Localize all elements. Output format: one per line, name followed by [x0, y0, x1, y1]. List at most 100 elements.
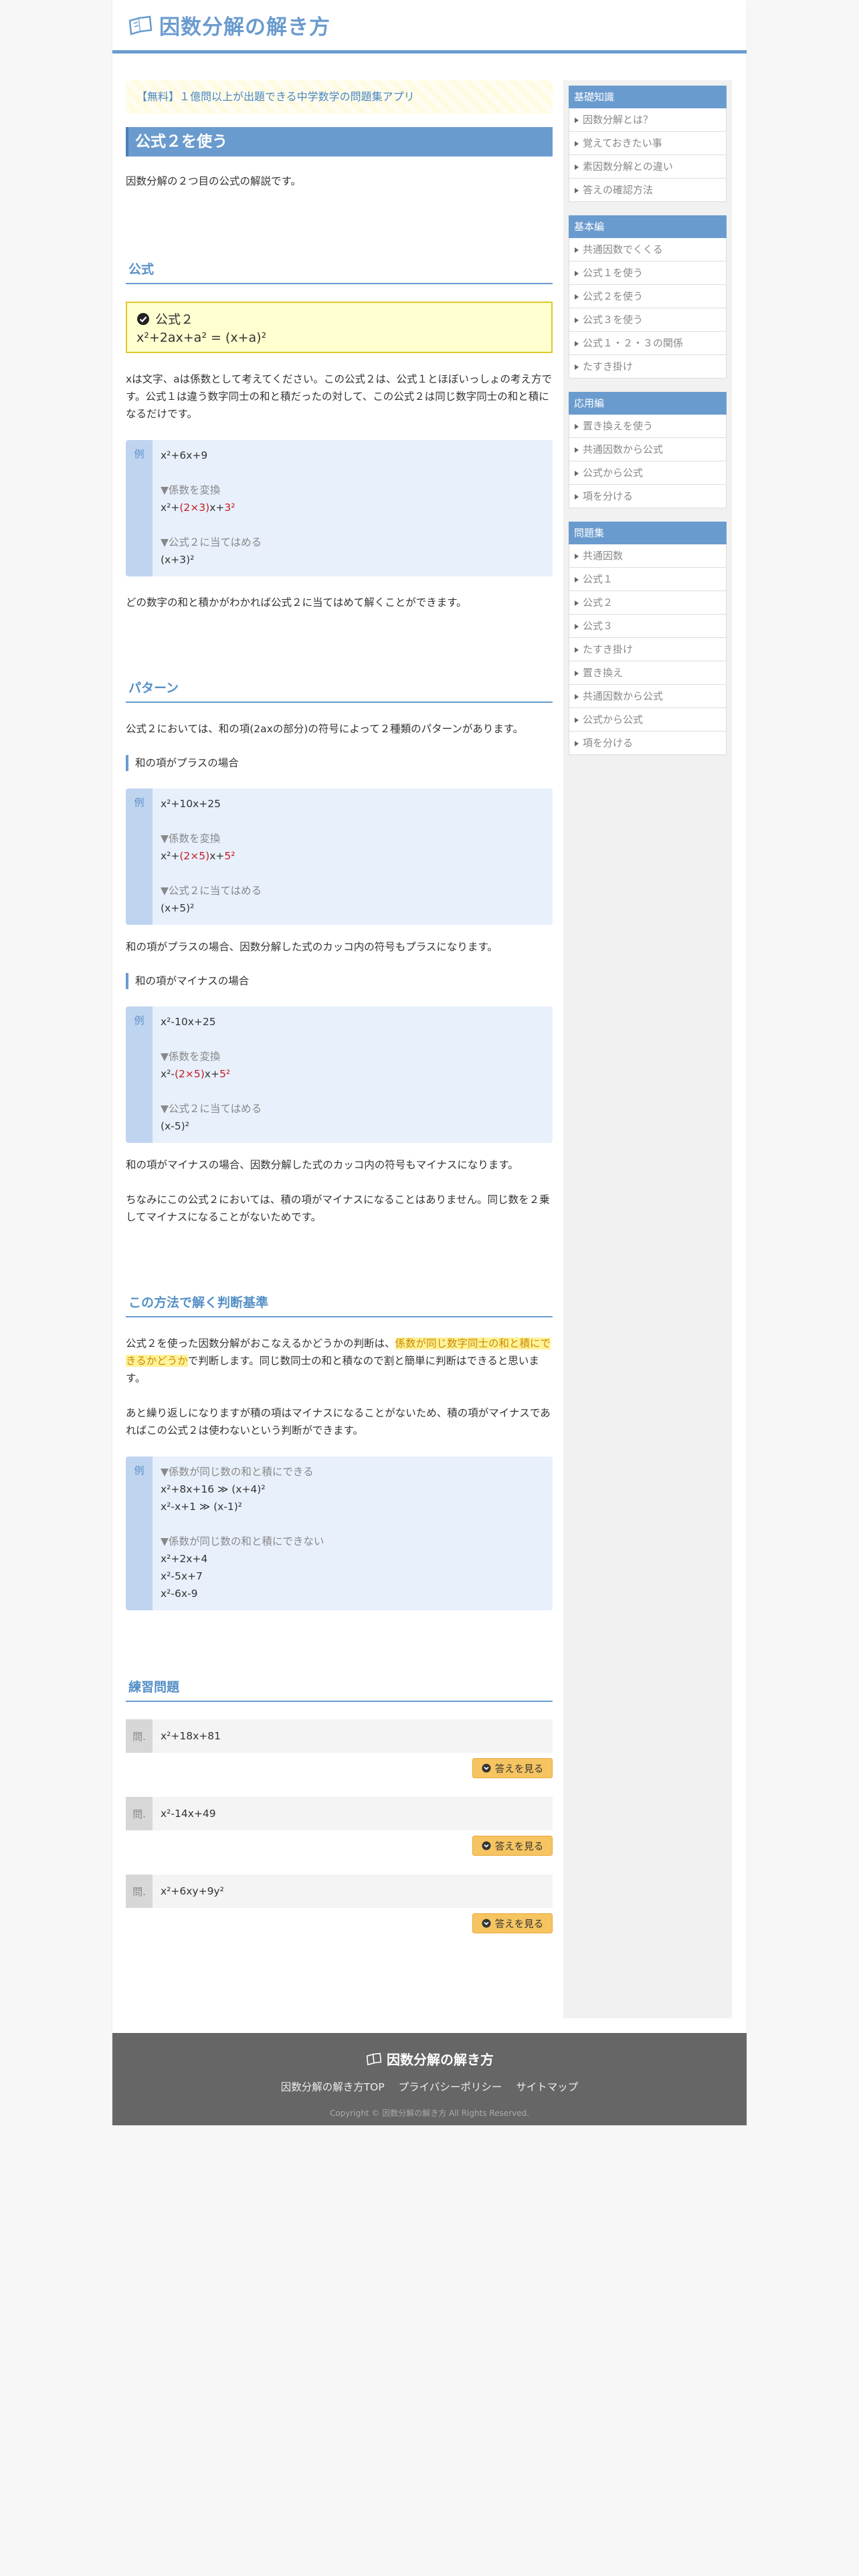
- sidebar-link[interactable]: 共通因数から公式: [569, 438, 727, 461]
- sidebar-link[interactable]: 置き換え: [569, 661, 727, 685]
- site-footer: 因数分解の解き方 因数分解の解き方TOP プライバシーポリシー サイトマップ C…: [112, 2033, 747, 2125]
- question-tag: 問.: [126, 1797, 153, 1830]
- example-body: ▼係数が同じ数の和と積にできる x²+8x+16 ≫ (x+4)² x²-x+1…: [153, 1457, 332, 1610]
- caret-right-icon: [575, 294, 579, 300]
- caret-right-icon: [575, 600, 579, 606]
- sidebar-link[interactable]: 共通因数から公式: [569, 685, 727, 708]
- caret-right-icon: [575, 364, 579, 370]
- example-step: ▼係数を変換: [161, 1051, 221, 1063]
- site-header: 因数分解の解き方: [112, 0, 747, 53]
- question-expression: x²+18x+81: [161, 1730, 221, 1742]
- caret-right-icon: [575, 317, 579, 323]
- sidebar-link[interactable]: 公式３: [569, 615, 727, 638]
- subheading-plus: 和の項がプラスの場合: [126, 755, 553, 771]
- show-answer-button[interactable]: 答えを見る: [472, 1836, 553, 1856]
- footer-logo[interactable]: 因数分解の解き方: [112, 2049, 747, 2068]
- example-cannot-2: x²-5x+7: [161, 1570, 203, 1582]
- example-tag: 例: [126, 440, 153, 576]
- example-expression: x²-10x+25: [161, 1016, 216, 1028]
- example-box-minus: 例 x²-10x+25 ▼係数を変換 x²-(2×5)x+5² ▼公式２に当ては…: [126, 1006, 553, 1143]
- sidebar-link[interactable]: 項を分ける: [569, 732, 727, 755]
- caret-right-icon: [575, 187, 579, 193]
- copyright: Copyright © 因数分解の解き方 All Rights Reserved…: [329, 2109, 530, 2118]
- caret-right-icon: [575, 623, 579, 629]
- page-intro: 因数分解の２つ目の公式の解説です。: [126, 175, 301, 187]
- caret-right-icon: [575, 576, 579, 582]
- footer-link-top[interactable]: 因数分解の解き方TOP: [281, 2081, 385, 2093]
- sidebar-link[interactable]: 項を分ける: [569, 485, 727, 508]
- caret-right-icon: [575, 494, 579, 500]
- caret-right-icon: [575, 693, 579, 700]
- sidebar-heading: 応用編: [569, 392, 727, 415]
- show-answer-button[interactable]: 答えを見る: [472, 1913, 553, 1933]
- question-row: 問. x²+18x+81: [126, 1719, 553, 1753]
- sidebar: 基礎知識 因数分解とは？ 覚えておきたい事 素因数分解との違い 答えの確認方法 …: [563, 80, 732, 2018]
- example-tag: 例: [126, 788, 153, 925]
- example-result: (x+5)²: [161, 902, 195, 914]
- example-box-formula: 例 x²+6x+9 ▼係数を変換 x²+(2×3)x+3² ▼公式２に当てはめる…: [126, 440, 553, 576]
- book-logo-icon: [366, 2052, 382, 2065]
- footer-link-sitemap[interactable]: サイトマップ: [516, 2081, 578, 2093]
- sidebar-section-basics: 基礎知識 因数分解とは？ 覚えておきたい事 素因数分解との違い 答えの確認方法: [569, 86, 727, 202]
- formula-description: xは文字、aは係数として考えてください。この公式２は、公式１とほぼいっしょの考え…: [126, 373, 552, 420]
- formula-title: 公式２: [136, 310, 542, 328]
- check-circle-icon: [137, 312, 149, 325]
- footer-link-privacy[interactable]: プライバシーポリシー: [399, 2081, 502, 2093]
- sidebar-link[interactable]: たすき掛け: [569, 638, 727, 661]
- page-wrapper: 因数分解の解き方 【無料】１億問以上が出題できる中学数学の問題集アプリ 公式２を…: [112, 0, 747, 2125]
- example-converted: x²+(2×3)x+3²: [161, 502, 235, 514]
- sidebar-link[interactable]: 置き換えを使う: [569, 415, 727, 438]
- caret-right-icon: [575, 164, 579, 170]
- example-body: x²+6x+9 ▼係数を変換 x²+(2×3)x+3² ▼公式２に当てはめる (…: [153, 440, 270, 576]
- chevron-circle-down-icon: [482, 1919, 491, 1928]
- sidebar-link[interactable]: 因数分解とは？: [569, 108, 727, 132]
- caret-right-icon: [575, 647, 579, 653]
- caret-right-icon: [575, 553, 579, 559]
- sidebar-link[interactable]: 公式から公式: [569, 708, 727, 732]
- judge-paragraph-1: 公式２を使った因数分解がおこなえるかどうかの判断は、係数が同じ数字同士の和と積に…: [126, 1337, 551, 1384]
- example-step: ▼係数が同じ数の和と積にできる: [161, 1466, 314, 1478]
- example-tag: 例: [126, 1006, 153, 1143]
- sidebar-link[interactable]: 共通因数: [569, 544, 727, 568]
- example-body: x²-10x+25 ▼係数を変換 x²-(2×5)x+5² ▼公式２に当てはめる…: [153, 1006, 270, 1143]
- formula-equation: x²+2ax+a² = (x+a)²: [136, 330, 267, 345]
- page-title: 公式２を使う: [126, 127, 553, 156]
- sidebar-link[interactable]: たすき掛け: [569, 355, 727, 379]
- caret-right-icon: [575, 140, 579, 146]
- minus-after-text: 和の項がマイナスの場合、因数分解した式のカッコ内の符号もマイナスになります。: [126, 1159, 518, 1171]
- example-cannot-1: x²+2x+4: [161, 1553, 208, 1565]
- sidebar-link[interactable]: 公式２: [569, 591, 727, 615]
- sidebar-section-fundamental: 基本編 共通因数でくくる 公式１を使う 公式２を使う 公式３を使う 公式１・２・…: [569, 215, 727, 379]
- sidebar-link[interactable]: 公式３を使う: [569, 308, 727, 332]
- example-step: ▼公式２に当てはめる: [161, 885, 262, 897]
- sidebar-link[interactable]: 公式１: [569, 568, 727, 591]
- example-step: ▼公式２に当てはめる: [161, 1103, 262, 1115]
- formula-title-text: 公式２: [155, 312, 194, 327]
- caret-right-icon: [575, 470, 579, 476]
- sidebar-link[interactable]: 公式１を使う: [569, 261, 727, 285]
- main-content: 【無料】１億問以上が出題できる中学数学の問題集アプリ 公式２を使う 因数分解の２…: [126, 80, 553, 1933]
- question-row: 問. x²-14x+49: [126, 1797, 553, 1830]
- sidebar-link[interactable]: 共通因数でくくる: [569, 238, 727, 261]
- example-step: ▼公式２に当てはめる: [161, 536, 262, 548]
- sidebar-link[interactable]: 答えの確認方法: [569, 179, 727, 202]
- sidebar-link[interactable]: 素因数分解との違い: [569, 155, 727, 179]
- site-title[interactable]: 因数分解の解き方: [159, 10, 330, 40]
- sidebar-link[interactable]: 覚えておきたい事: [569, 132, 727, 155]
- sidebar-link[interactable]: 公式１・２・３の関係: [569, 332, 727, 355]
- sidebar-heading: 問題集: [569, 522, 727, 544]
- example-expression: x²+6x+9: [161, 449, 208, 461]
- sidebar-section-exercises: 問題集 共通因数 公式１ 公式２ 公式３ たすき掛け 置き換え 共通因数から公式…: [569, 522, 727, 755]
- chevron-circle-down-icon: [482, 1763, 491, 1773]
- section-heading-practice: 練習問題: [126, 1677, 553, 1702]
- book-logo-icon: [128, 15, 153, 35]
- plus-after-text: 和の項がプラスの場合、因数分解した式のカッコ内の符号もプラスになります。: [126, 941, 498, 953]
- example-converted: x²-(2×5)x+5²: [161, 1068, 231, 1080]
- promo-banner-link[interactable]: 【無料】１億問以上が出題できる中学数学の問題集アプリ: [126, 80, 553, 114]
- show-answer-button[interactable]: 答えを見る: [472, 1758, 553, 1778]
- caret-right-icon: [575, 247, 579, 253]
- sidebar-section-advanced: 応用編 置き換えを使う 共通因数から公式 公式から公式 項を分ける: [569, 392, 727, 508]
- sidebar-link[interactable]: 公式２を使う: [569, 285, 727, 308]
- sidebar-link[interactable]: 公式から公式: [569, 461, 727, 485]
- caret-right-icon: [575, 447, 579, 453]
